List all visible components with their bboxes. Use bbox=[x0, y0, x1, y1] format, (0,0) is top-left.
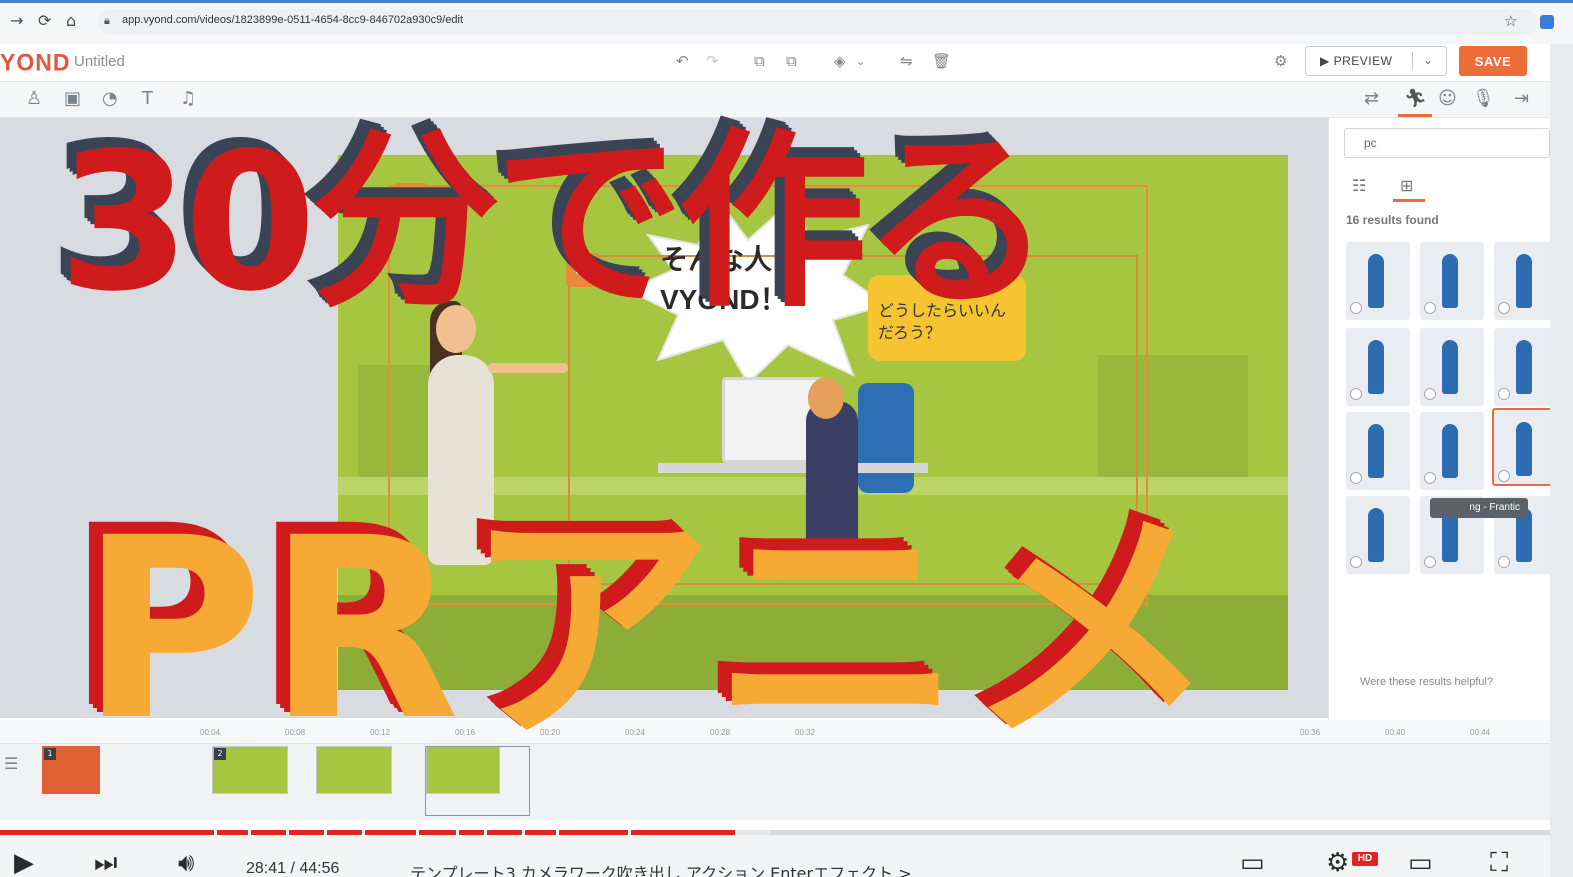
action-figure-icon bbox=[1516, 254, 1532, 308]
action-thumb[interactable] bbox=[1346, 242, 1410, 320]
document-title[interactable]: Untitled bbox=[74, 53, 125, 70]
play-icon[interactable] bbox=[1424, 302, 1436, 314]
ruler-tick: 00:44 bbox=[1470, 728, 1491, 737]
delete-icon[interactable]: 🗑︎ bbox=[932, 52, 951, 70]
action-figure-icon bbox=[1368, 508, 1384, 562]
layers-icon[interactable]: ◈ bbox=[834, 52, 846, 70]
settings-gear-icon[interactable]: ⚙︎ bbox=[1326, 850, 1349, 876]
active-tab-indicator bbox=[1398, 114, 1432, 117]
flip-icon[interactable]: ⇋ bbox=[900, 52, 913, 70]
preview-dropdown-icon[interactable]: ⌄ bbox=[1423, 53, 1433, 67]
expression-icon[interactable]: ☺ bbox=[1438, 88, 1457, 109]
bookmark-star-icon[interactable]: ☆ bbox=[1504, 12, 1517, 30]
search-value: pc bbox=[1364, 136, 1377, 150]
play-icon[interactable] bbox=[1498, 302, 1510, 314]
url-text[interactable]: app.vyond.com/videos/1823899e-0511-4654-… bbox=[122, 14, 463, 26]
play-icon[interactable] bbox=[1350, 556, 1362, 568]
grid-view-icon[interactable]: ⊞ bbox=[1400, 176, 1413, 195]
extension-icon[interactable] bbox=[1540, 15, 1554, 29]
subtitles-icon[interactable]: ▭ bbox=[1240, 850, 1265, 876]
copy-icon[interactable]: ⧉ bbox=[754, 52, 765, 70]
action-figure-icon bbox=[1516, 340, 1532, 394]
play-icon[interactable] bbox=[1350, 472, 1362, 484]
results-count: 16 results found bbox=[1346, 213, 1439, 227]
paste-icon[interactable]: ⧉ bbox=[786, 52, 797, 70]
ruler-tick: 00:40 bbox=[1385, 728, 1406, 737]
view-active-indicator bbox=[1393, 199, 1425, 202]
play-icon[interactable] bbox=[1498, 556, 1510, 568]
action-figure-icon bbox=[1368, 424, 1384, 478]
overlay-title-line1: 30分で作る bbox=[58, 112, 1052, 333]
chapter-title[interactable]: テンプレート3 カメラワーク吹き出し アクション Enterエフェクト > bbox=[410, 860, 912, 877]
theater-mode-icon[interactable]: ▭ bbox=[1408, 850, 1433, 876]
action-figure-icon bbox=[1368, 254, 1384, 308]
vyond-logo: YOND bbox=[0, 48, 71, 76]
split-divider bbox=[1412, 52, 1413, 70]
home-icon[interactable]: ⌂ bbox=[66, 12, 76, 30]
action-figure-icon bbox=[1442, 340, 1458, 394]
ruler-tick: 00:36 bbox=[1300, 728, 1321, 737]
timeline-layers-icon[interactable]: ☰ bbox=[4, 754, 18, 773]
play-icon[interactable] bbox=[1424, 388, 1436, 400]
audio-icon[interactable]: ♫ bbox=[180, 88, 196, 109]
play-icon[interactable] bbox=[1424, 556, 1436, 568]
microphone-icon[interactable]: 🎙︎ bbox=[1472, 88, 1495, 109]
redo-icon[interactable]: ↷ bbox=[706, 52, 719, 70]
action-thumb[interactable] bbox=[1346, 328, 1410, 406]
lock-icon: 🔒︎ bbox=[104, 14, 110, 27]
play-icon[interactable] bbox=[1350, 388, 1362, 400]
fullscreen-icon[interactable]: ⛶ bbox=[1490, 850, 1508, 876]
next-icon[interactable]: ⏭ bbox=[94, 850, 117, 876]
exit-panel-icon[interactable]: ⇥ bbox=[1514, 88, 1529, 109]
play-icon[interactable] bbox=[1498, 388, 1510, 400]
action-thumb[interactable] bbox=[1346, 412, 1410, 490]
play-icon[interactable] bbox=[1498, 470, 1510, 482]
settings-icon[interactable]: ⚙︎ bbox=[1274, 52, 1287, 70]
action-thumb[interactable] bbox=[1420, 328, 1484, 406]
reload-icon[interactable]: ⟳ bbox=[38, 12, 51, 30]
props-icon[interactable]: ▣ bbox=[64, 88, 81, 109]
action-thumb[interactable] bbox=[1494, 328, 1558, 406]
character-icon[interactable]: ♙ bbox=[26, 88, 42, 109]
feedback-prompt[interactable]: Were these results helpful? bbox=[1360, 676, 1493, 688]
time-display: 28:41 / 44:56 bbox=[246, 860, 340, 877]
window-edge bbox=[1550, 44, 1573, 877]
volume-icon[interactable]: 🔊︎ bbox=[178, 850, 194, 876]
chart-icon[interactable]: ◔ bbox=[102, 88, 118, 109]
action-thumb[interactable] bbox=[1346, 496, 1410, 574]
hd-badge: HD bbox=[1352, 852, 1378, 866]
list-view-icon[interactable]: ☷ bbox=[1352, 176, 1366, 195]
play-icon[interactable]: ▶ bbox=[14, 850, 34, 876]
play-icon[interactable] bbox=[1350, 302, 1362, 314]
preview-button[interactable]: ▶ PREVIEW ⌄ bbox=[1305, 46, 1447, 76]
action-icon[interactable]: 🏃︎ bbox=[1404, 88, 1427, 109]
play-icon[interactable] bbox=[1424, 472, 1436, 484]
chevron-down-icon[interactable]: ⌄ bbox=[856, 55, 865, 68]
save-button[interactable]: SAVE bbox=[1459, 46, 1527, 76]
action-figure-icon bbox=[1442, 424, 1458, 478]
preview-label: ▶ PREVIEW bbox=[1320, 54, 1393, 68]
action-tooltip: ng - Frantic bbox=[1430, 498, 1528, 518]
undo-icon[interactable]: ↶ bbox=[676, 52, 689, 70]
action-thumb[interactable] bbox=[1494, 242, 1558, 320]
swap-icon[interactable]: ⇄ bbox=[1364, 88, 1379, 109]
action-figure-icon bbox=[1368, 340, 1384, 394]
forward-icon[interactable]: → bbox=[10, 12, 23, 30]
overlay-title-line2: PRアニメ bbox=[80, 484, 1221, 775]
action-thumb-selected[interactable] bbox=[1492, 408, 1556, 486]
scene-number: 1 bbox=[44, 748, 56, 760]
text-icon[interactable]: T bbox=[142, 88, 153, 109]
action-thumb[interactable] bbox=[1420, 242, 1484, 320]
action-thumb[interactable] bbox=[1420, 412, 1484, 490]
action-figure-icon bbox=[1516, 422, 1532, 476]
action-figure-icon bbox=[1442, 254, 1458, 308]
